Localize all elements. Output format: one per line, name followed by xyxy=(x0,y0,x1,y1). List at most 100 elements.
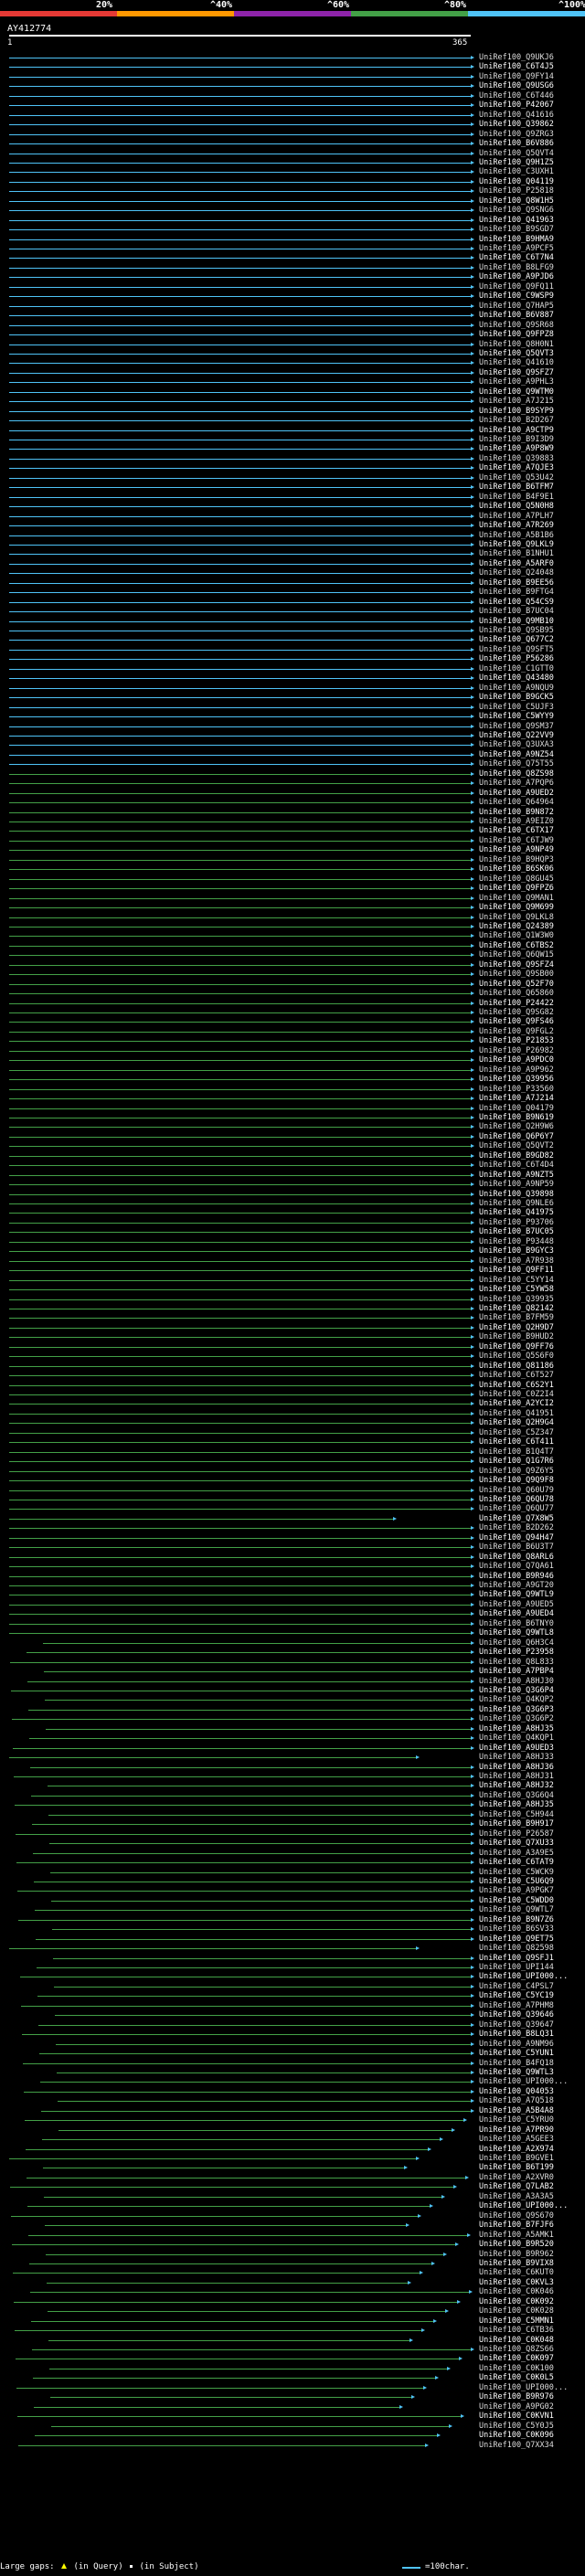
hit-accession-link[interactable]: UniRef100_A7QJE3 xyxy=(479,463,554,473)
hit-accession-link[interactable]: UniRef100_Q9WTL7 xyxy=(479,1905,554,1915)
hit-accession-link[interactable]: UniRef100_C6TAT9 xyxy=(479,1858,554,1868)
hit-accession-link[interactable]: UniRef100_Q94H47 xyxy=(479,1533,554,1543)
hit-accession-link[interactable]: UniRef100_C0K097 xyxy=(479,2354,554,2364)
hit-row[interactable]: UniRef100_Q9SB95 xyxy=(0,626,585,636)
hit-row[interactable]: UniRef100_A7R938 xyxy=(0,1256,585,1267)
hit-accession-link[interactable]: UniRef100_Q81186 xyxy=(479,1362,554,1372)
hit-row[interactable]: UniRef100_P21853 xyxy=(0,1036,585,1046)
hit-accession-link[interactable]: UniRef100_Q8ARL6 xyxy=(479,1553,554,1563)
hit-accession-link[interactable]: UniRef100_Q39646 xyxy=(479,2010,554,2020)
hit-accession-link[interactable]: UniRef100_Q7QA61 xyxy=(479,1562,554,1572)
hit-accession-link[interactable]: UniRef100_A2X974 xyxy=(479,2145,554,2155)
hit-row[interactable]: UniRef100_B7FM59 xyxy=(0,1313,585,1323)
hit-accession-link[interactable]: UniRef100_C6TX17 xyxy=(479,826,554,836)
hit-accession-link[interactable]: UniRef100_C0K0L5 xyxy=(479,2373,554,2383)
hit-accession-link[interactable]: UniRef100_A7PHM8 xyxy=(479,2001,554,2011)
hit-accession-link[interactable]: UniRef100_Q3G6P4 xyxy=(479,1686,554,1696)
hit-row[interactable]: UniRef100_B9R946 xyxy=(0,1572,585,1582)
hit-row[interactable]: UniRef100_P56286 xyxy=(0,654,585,664)
hit-row[interactable]: UniRef100_Q8ZS98 xyxy=(0,769,585,779)
hit-accession-link[interactable]: UniRef100_Q9H1Z5 xyxy=(479,158,554,168)
hit-row[interactable]: UniRef100_A7PHM8 xyxy=(0,2001,585,2011)
hit-accession-link[interactable]: UniRef100_C5Z347 xyxy=(479,1428,554,1438)
hit-accession-link[interactable]: UniRef100_P56286 xyxy=(479,654,554,664)
hit-row[interactable]: UniRef100_A7Q518 xyxy=(0,2096,585,2106)
hit-row[interactable]: UniRef100_A9PJD6 xyxy=(0,272,585,282)
hit-row[interactable]: UniRef100_C5MMN1 xyxy=(0,2316,585,2327)
hit-accession-link[interactable]: UniRef100_Q8H0N1 xyxy=(479,340,554,350)
hit-row[interactable]: UniRef100_B6TFM7 xyxy=(0,482,585,493)
hit-accession-link[interactable]: UniRef100_Q5S6F0 xyxy=(479,1352,554,1362)
hit-row[interactable]: UniRef100_Q04119 xyxy=(0,177,585,187)
hit-accession-link[interactable]: UniRef100_A5AMK1 xyxy=(479,2231,554,2241)
hit-row[interactable]: UniRef100_A7QJE3 xyxy=(0,463,585,473)
hit-accession-link[interactable]: UniRef100_B2D267 xyxy=(479,416,554,426)
hit-row[interactable]: UniRef100_C6S2Y1 xyxy=(0,1381,585,1391)
hit-row[interactable]: UniRef100_Q9NLE6 xyxy=(0,1199,585,1209)
hit-row[interactable]: UniRef100_C0K0L5 xyxy=(0,2373,585,2383)
hit-row[interactable]: UniRef100_P93448 xyxy=(0,1237,585,1247)
hit-accession-link[interactable]: UniRef100_A3A9E5 xyxy=(479,1849,554,1859)
hit-row[interactable]: UniRef100_C6TBS2 xyxy=(0,941,585,951)
hit-row[interactable]: UniRef100_A9NP49 xyxy=(0,845,585,855)
hit-row[interactable]: UniRef100_A9PDC0 xyxy=(0,1055,585,1065)
hit-accession-link[interactable]: UniRef100_C0K100 xyxy=(479,2364,554,2374)
hit-accession-link[interactable]: UniRef100_A9P8W9 xyxy=(479,444,554,454)
hit-row[interactable]: UniRef100_B9N7Z6 xyxy=(0,1915,585,1925)
hit-accession-link[interactable]: UniRef100_B9H917 xyxy=(479,1819,554,1829)
hit-row[interactable]: UniRef100_B2D267 xyxy=(0,416,585,426)
hit-row[interactable]: UniRef100_A7PQP6 xyxy=(0,779,585,789)
hit-accession-link[interactable]: UniRef100_A9PCF5 xyxy=(479,244,554,254)
hit-row[interactable]: UniRef100_B9N872 xyxy=(0,808,585,818)
hit-accession-link[interactable]: UniRef100_Q6QU77 xyxy=(479,1504,554,1514)
hit-accession-link[interactable]: UniRef100_Q9FS46 xyxy=(479,1017,554,1027)
hit-accession-link[interactable]: UniRef100_C5U6Q9 xyxy=(479,1877,554,1887)
hit-accession-link[interactable]: UniRef100_A9NQU9 xyxy=(479,684,554,694)
hit-row[interactable]: UniRef100_A8HJ31 xyxy=(0,1772,585,1782)
hit-accession-link[interactable]: UniRef100_Q82598 xyxy=(479,1944,554,1954)
hit-row[interactable]: UniRef100_A7PR90 xyxy=(0,2125,585,2136)
hit-accession-link[interactable]: UniRef100_B7FJF6 xyxy=(479,2221,554,2231)
hit-row[interactable]: UniRef100_A7R269 xyxy=(0,521,585,531)
hit-accession-link[interactable]: UniRef100_C6KUT0 xyxy=(479,2268,554,2278)
hit-accession-link[interactable]: UniRef100_Q9MAN1 xyxy=(479,894,554,904)
hit-accession-link[interactable]: UniRef100_Q9Z6Y5 xyxy=(479,1467,554,1477)
hit-row[interactable]: UniRef100_Q9SFJ1 xyxy=(0,1954,585,1964)
hit-row[interactable]: UniRef100_Q7XX34 xyxy=(0,2441,585,2451)
hit-row[interactable]: UniRef100_C5U6Q9 xyxy=(0,1877,585,1887)
hit-row[interactable]: UniRef100_Q9WTM0 xyxy=(0,387,585,398)
hit-accession-link[interactable]: UniRef100_A9NM96 xyxy=(479,2040,554,2050)
hit-row[interactable]: UniRef100_P26982 xyxy=(0,1046,585,1056)
hit-accession-link[interactable]: UniRef100_Q2H9D7 xyxy=(479,1323,554,1333)
hit-accession-link[interactable]: UniRef100_Q9NLE6 xyxy=(479,1199,554,1209)
hit-row[interactable]: UniRef100_Q24389 xyxy=(0,922,585,932)
hit-accession-link[interactable]: UniRef100_B9N619 xyxy=(479,1113,554,1123)
hit-accession-link[interactable]: UniRef100_A9CTP9 xyxy=(479,426,554,436)
hit-accession-link[interactable]: UniRef100_Q8ZS66 xyxy=(479,2345,554,2355)
hit-row[interactable]: UniRef100_Q5QVT2 xyxy=(0,1141,585,1151)
hit-accession-link[interactable]: UniRef100_Q7XU33 xyxy=(479,1839,554,1849)
hit-row[interactable]: UniRef100_Q9UKJ6 xyxy=(0,53,585,63)
hit-accession-link[interactable]: UniRef100_Q9FF11 xyxy=(479,1266,554,1276)
hit-accession-link[interactable]: UniRef100_C0KVN1 xyxy=(479,2412,554,2422)
hit-accession-link[interactable]: UniRef100_UPI000... xyxy=(479,2077,568,2087)
hit-accession-link[interactable]: UniRef100_Q5QVT3 xyxy=(479,349,554,359)
hit-row[interactable]: UniRef100_C5YY14 xyxy=(0,1276,585,1286)
hit-row[interactable]: UniRef100_C6TX17 xyxy=(0,826,585,836)
hit-accession-link[interactable]: UniRef100_A7Q518 xyxy=(479,2096,554,2106)
hit-row[interactable]: UniRef100_B9R976 xyxy=(0,2392,585,2402)
hit-row[interactable]: UniRef100_Q9SG82 xyxy=(0,1008,585,1018)
hit-accession-link[interactable]: UniRef100_Q22VV9 xyxy=(479,731,554,741)
hit-row[interactable]: UniRef100_C0K046 xyxy=(0,2287,585,2297)
hit-row[interactable]: UniRef100_A3A9E5 xyxy=(0,1849,585,1859)
hit-accession-link[interactable]: UniRef100_B9HMA9 xyxy=(479,235,554,245)
hit-row[interactable]: UniRef100_Q9MB10 xyxy=(0,617,585,627)
hit-accession-link[interactable]: UniRef100_B6SV33 xyxy=(479,1924,554,1935)
hit-accession-link[interactable]: UniRef100_Q39883 xyxy=(479,454,554,464)
hit-row[interactable]: UniRef100_Q9MAN1 xyxy=(0,894,585,904)
hit-row[interactable]: UniRef100_B9GYC3 xyxy=(0,1246,585,1256)
hit-accession-link[interactable]: UniRef100_C6T4J5 xyxy=(479,62,554,72)
hit-accession-link[interactable]: UniRef100_B9GVE1 xyxy=(479,2154,554,2164)
hit-accession-link[interactable]: UniRef100_B7FM59 xyxy=(479,1313,554,1323)
hit-row[interactable]: UniRef100_Q9FF76 xyxy=(0,1342,585,1352)
